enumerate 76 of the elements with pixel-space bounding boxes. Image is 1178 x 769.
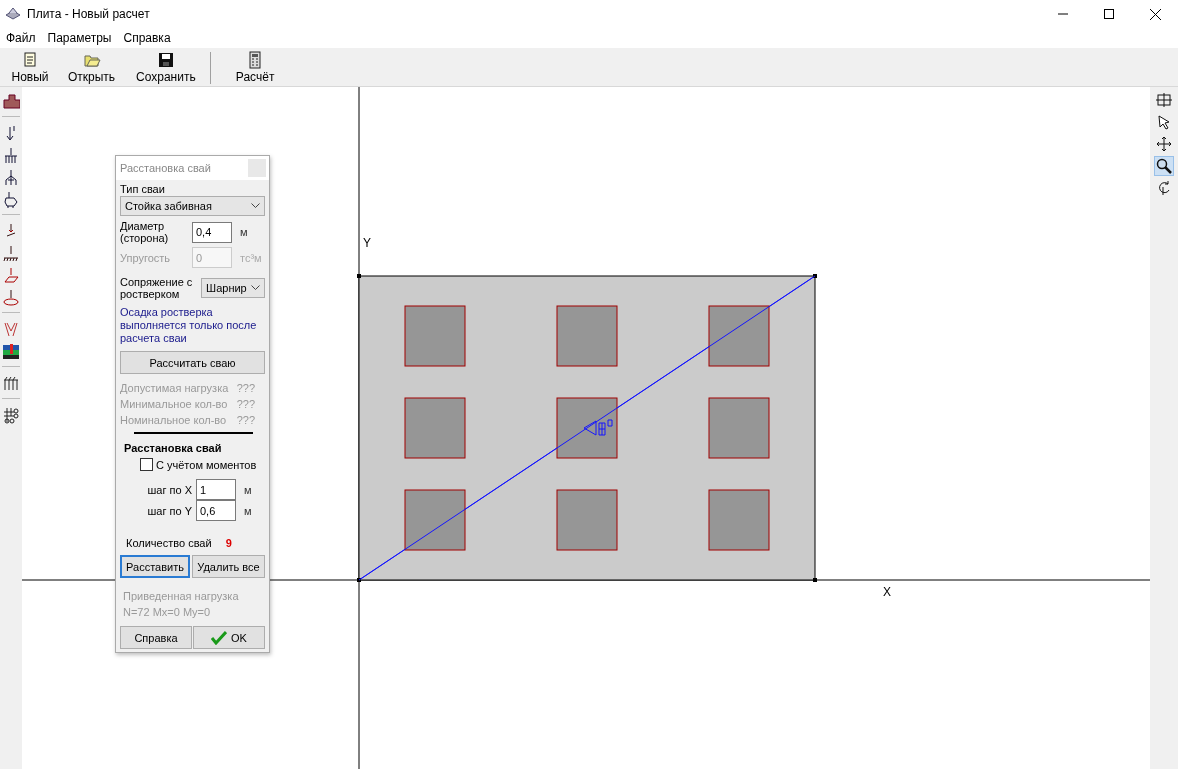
field-label: Упругость: [120, 251, 172, 264]
pile-square: [708, 305, 770, 367]
maximize-icon: [1104, 9, 1114, 19]
result-value: ???: [236, 413, 255, 428]
field-label: Количество свай: [126, 537, 212, 549]
result-label: Номинальное кол-во: [120, 413, 227, 428]
pile-square: [556, 397, 618, 459]
pile-square: [708, 397, 770, 459]
step-field[interactable]: 1: [196, 479, 236, 500]
field-label: Тип сваи: [120, 182, 166, 196]
ellipse-load-icon[interactable]: [2, 288, 20, 306]
new-icon: [21, 51, 39, 69]
place-button[interactable]: Расставить: [120, 555, 190, 578]
dialog-title: Расстановка свай: [120, 162, 211, 174]
pile-square: [556, 489, 618, 551]
pile-count: 9: [225, 537, 232, 549]
x-axis-label: X: [883, 585, 891, 599]
funnel-lines-icon[interactable]: [2, 320, 20, 338]
checkmark-icon: [211, 630, 228, 645]
toolbar-button[interactable]: Открыть: [61, 48, 122, 86]
arrow-piles-icon[interactable]: [2, 146, 20, 164]
arrow-branch-icon[interactable]: [2, 168, 20, 186]
pile-square: [404, 397, 466, 459]
plate-icon[interactable]: [2, 92, 20, 110]
menu-item[interactable]: Файл: [0, 31, 42, 45]
help-button[interactable]: Справка: [120, 626, 192, 649]
caret-icon: [251, 203, 260, 209]
toolbar-button[interactable]: Новый: [0, 48, 60, 86]
diameter-field[interactable]: 0,4: [192, 221, 232, 243]
field-label: Сопряжение с ростверком: [120, 276, 194, 300]
y-axis-label: Y: [363, 236, 371, 250]
line-load-icon[interactable]: [2, 244, 20, 262]
load-values: N=72 Mx=0 My=0: [123, 605, 212, 620]
result-value: ???: [236, 381, 255, 396]
zoom-icon[interactable]: [1154, 156, 1174, 176]
field-label: шаг по X: [146, 483, 193, 496]
pile-row-icon[interactable]: [2, 374, 20, 392]
app-icon: [5, 7, 21, 21]
unit-label: тс³м: [240, 251, 262, 264]
load-marker-icon: [583, 419, 613, 436]
delete-all-button[interactable]: Удалить все: [192, 555, 265, 578]
soil-layers-icon[interactable]: [2, 342, 20, 360]
pile-type-dropdown[interactable]: Стойка забивная: [120, 196, 265, 216]
pile-square: [556, 305, 618, 367]
unit-label: м: [244, 504, 252, 517]
info-text: Приведенная нагрузка: [123, 589, 240, 604]
step-field[interactable]: 0,6: [196, 500, 236, 521]
grid-icon[interactable]: [1154, 90, 1174, 110]
result-value: ???: [236, 397, 255, 412]
info-text: Осадка ростверка выполняется только после расчета сваи: [120, 306, 258, 345]
calculate-pile-button[interactable]: Рассчитать сваю: [120, 351, 265, 374]
pile-square: [708, 489, 770, 551]
field-label: шаг по Y: [146, 504, 193, 517]
arrow-slab-icon[interactable]: [2, 190, 20, 208]
save-icon: [156, 51, 175, 69]
ok-button[interactable]: OK: [193, 626, 265, 649]
toolbar-button[interactable]: Сохранить: [132, 48, 200, 86]
unit-label: м: [240, 226, 248, 238]
close-icon: [1149, 8, 1161, 20]
toolbar-button[interactable]: Расчёт: [224, 48, 286, 86]
move-icon[interactable]: [1154, 134, 1174, 154]
pile-grid-icon[interactable]: [2, 406, 20, 424]
area-load-icon[interactable]: [2, 266, 20, 284]
moments-checkbox[interactable]: С учётом моментов: [140, 458, 265, 471]
pile-square: [404, 305, 466, 367]
menu-item[interactable]: Параметры: [41, 31, 118, 45]
field-label: Диаметр (сторона): [120, 220, 170, 244]
result-label: Допустимая нагрузка: [120, 381, 229, 396]
joint-dropdown[interactable]: Шарнир: [201, 278, 265, 298]
caret-icon: [251, 285, 260, 291]
unit-label: м: [244, 483, 252, 496]
section-title: Расстановка свай: [124, 442, 223, 454]
result-label: Минимальное кол-во: [120, 397, 228, 412]
window-title: Плита - Новый расчет: [27, 7, 151, 21]
menu-item[interactable]: Справка: [117, 31, 177, 45]
pile-square: [404, 489, 466, 551]
